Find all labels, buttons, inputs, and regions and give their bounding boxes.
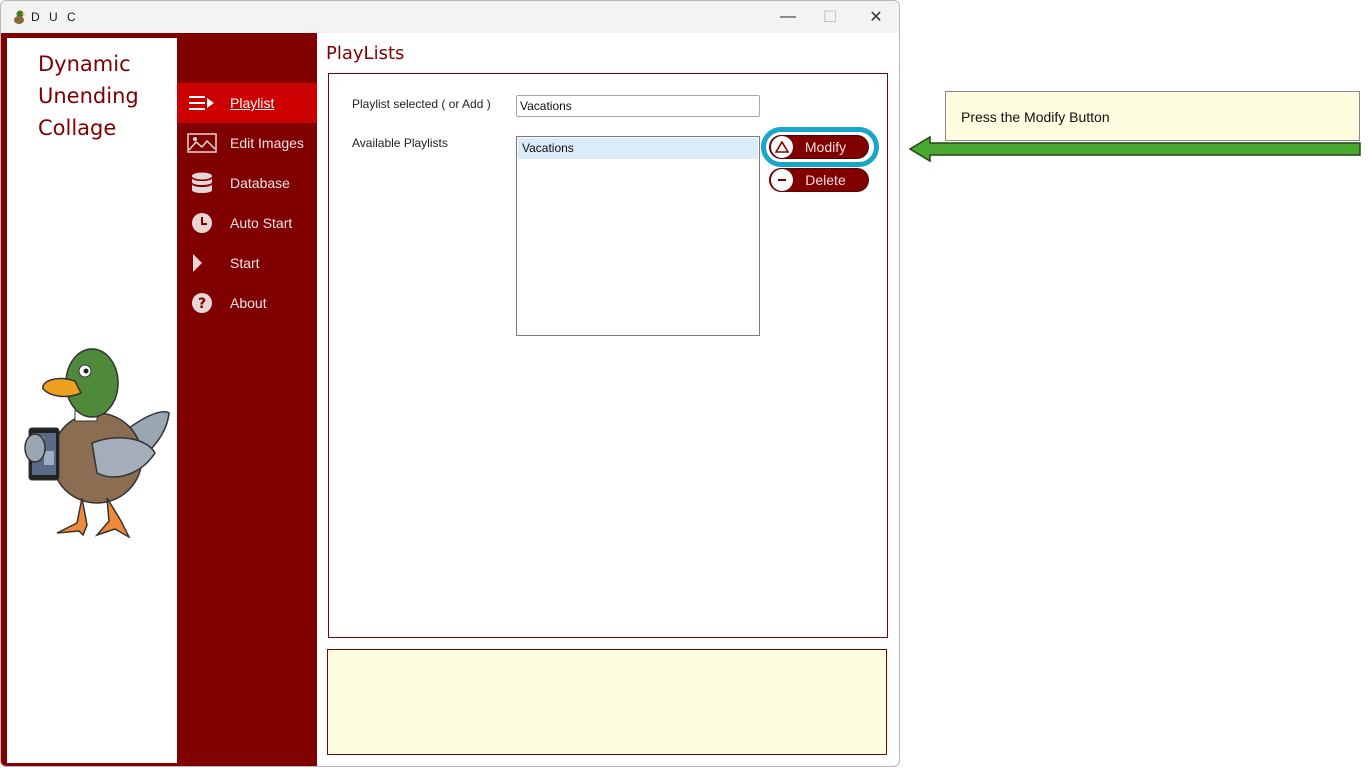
delete-button[interactable]: Delete <box>769 168 869 192</box>
app-window: D U C — ☐ ✕ Dynamic Unending Collage Pla… <box>0 0 900 767</box>
callout-text: Press the Modify Button <box>961 109 1110 125</box>
nav-item-label: Database <box>230 175 290 191</box>
nav-item-label: Start <box>230 255 260 271</box>
playlist-icon <box>187 91 217 115</box>
page-title: PlayLists <box>326 43 405 64</box>
nav-item-start[interactable]: Start <box>177 243 317 283</box>
modify-button-label: Modify <box>804 139 847 155</box>
nav-item-label: Auto Start <box>230 215 293 231</box>
pointer-arrow-icon <box>908 135 1361 163</box>
message-panel <box>327 649 887 755</box>
main-content: PlayLists Playlist selected ( or Add ) A… <box>317 33 899 766</box>
client-area: Dynamic Unending Collage Playlist Edit I… <box>1 33 899 766</box>
play-icon <box>187 251 217 275</box>
logo-panel: Dynamic Unending Collage <box>7 38 177 763</box>
playlist-name-input[interactable] <box>516 95 760 117</box>
minus-icon <box>771 169 793 191</box>
nav-item-edit-images[interactable]: Edit Images <box>177 123 317 163</box>
logo-line-2: Unending <box>38 84 139 108</box>
playlist-selected-label: Playlist selected ( or Add ) <box>352 97 491 111</box>
duck-app-icon <box>14 10 26 24</box>
svg-text:?: ? <box>198 296 206 312</box>
logo-line-3: Collage <box>38 116 117 140</box>
nav-item-about[interactable]: ? About <box>177 283 317 323</box>
minimize-icon: — <box>780 8 796 25</box>
image-icon <box>187 131 217 155</box>
window-title: D U C <box>31 10 79 24</box>
nav-item-label: About <box>230 295 267 311</box>
close-button[interactable]: ✕ <box>853 1 899 33</box>
triangle-icon <box>771 136 793 158</box>
delete-button-label: Delete <box>805 172 846 188</box>
available-playlists-label: Available Playlists <box>352 136 448 150</box>
clock-icon <box>187 211 217 235</box>
question-icon: ? <box>187 291 217 315</box>
list-item[interactable]: Vacations <box>518 138 758 159</box>
logo-line-1: Dynamic <box>38 52 131 76</box>
maximize-icon: ☐ <box>822 9 838 26</box>
database-icon <box>187 171 217 195</box>
playlist-panel: Playlist selected ( or Add ) Available P… <box>328 73 888 638</box>
nav-item-label: Playlist <box>230 95 275 111</box>
close-icon: ✕ <box>869 9 883 26</box>
sidebar-nav: Playlist Edit Images Database Auto Start <box>177 33 317 766</box>
maximize-button[interactable]: ☐ <box>807 1 853 33</box>
nav-item-label: Edit Images <box>230 135 304 151</box>
duck-mascot-image <box>24 348 170 538</box>
title-bar[interactable]: D U C — ☐ ✕ <box>1 1 899 33</box>
modify-button[interactable]: Modify <box>769 135 869 159</box>
nav-item-playlist[interactable]: Playlist <box>177 83 317 123</box>
nav-item-auto-start[interactable]: Auto Start <box>177 203 317 243</box>
nav-item-database[interactable]: Database <box>177 163 317 203</box>
minimize-button[interactable]: — <box>765 1 811 33</box>
playlists-listbox[interactable]: Vacations <box>516 136 760 336</box>
